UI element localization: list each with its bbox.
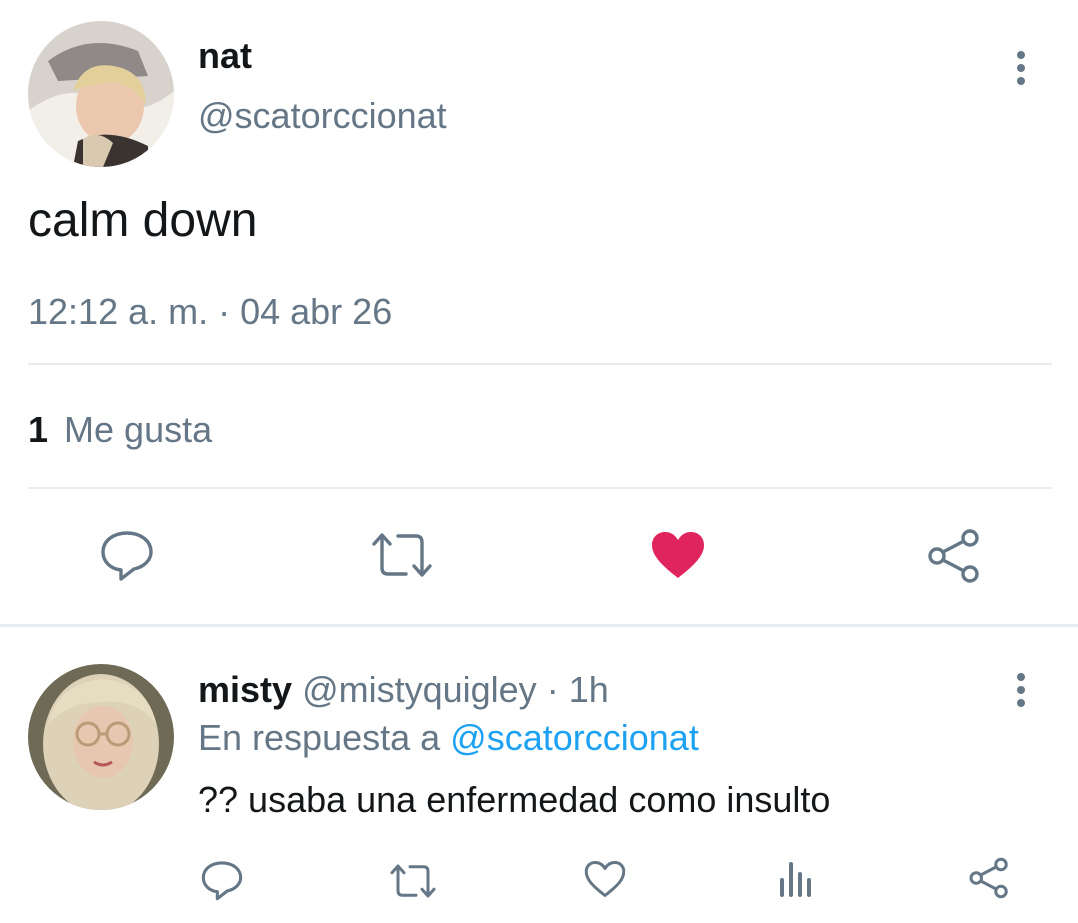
reply-text: ?? usaba una enfermedad como insulto (198, 779, 831, 820)
tweet-more-options-icon[interactable] (1016, 51, 1026, 85)
reply-header: misty @mistyquigley · 1h (198, 668, 609, 712)
retweet-icon[interactable] (389, 862, 437, 900)
likes-count: 1 (28, 409, 49, 450)
likes-label: Me gusta (64, 409, 213, 450)
reply-icon[interactable] (100, 528, 154, 582)
reply-context-prefix: En respuesta a (198, 717, 441, 758)
tweet-text: calm down (28, 194, 258, 247)
share-icon[interactable] (968, 857, 1010, 899)
reply-author-handle[interactable]: @mistyquigley (302, 669, 537, 710)
divider (28, 487, 1052, 489)
divider (28, 363, 1052, 365)
reply-more-options-icon[interactable] (1016, 673, 1026, 707)
tweet-author-name[interactable]: nat (198, 34, 252, 78)
tweet-timestamp[interactable]: 12:12 a. m. · 04 abr 26 (28, 290, 392, 334)
tweet-author-avatar[interactable] (28, 21, 174, 167)
section-divider (0, 624, 1078, 627)
analytics-icon[interactable] (778, 858, 814, 898)
heart-filled-icon[interactable] (650, 530, 706, 580)
likes-summary[interactable]: 1 Me gusta (28, 408, 212, 452)
reply-author-name[interactable]: misty (198, 669, 292, 710)
heart-outline-icon[interactable] (584, 860, 626, 898)
reply-icon[interactable] (201, 859, 243, 901)
tweet-author-handle[interactable]: @scatorccionat (198, 94, 447, 138)
reply-author-avatar[interactable] (28, 664, 174, 810)
reply-time: · 1h (546, 669, 609, 710)
reply-context-handle-link[interactable]: @scatorccionat (450, 717, 699, 758)
retweet-icon[interactable] (370, 530, 434, 580)
share-icon[interactable] (926, 528, 982, 584)
reply-context: En respuesta a @scatorccionat (198, 716, 699, 760)
